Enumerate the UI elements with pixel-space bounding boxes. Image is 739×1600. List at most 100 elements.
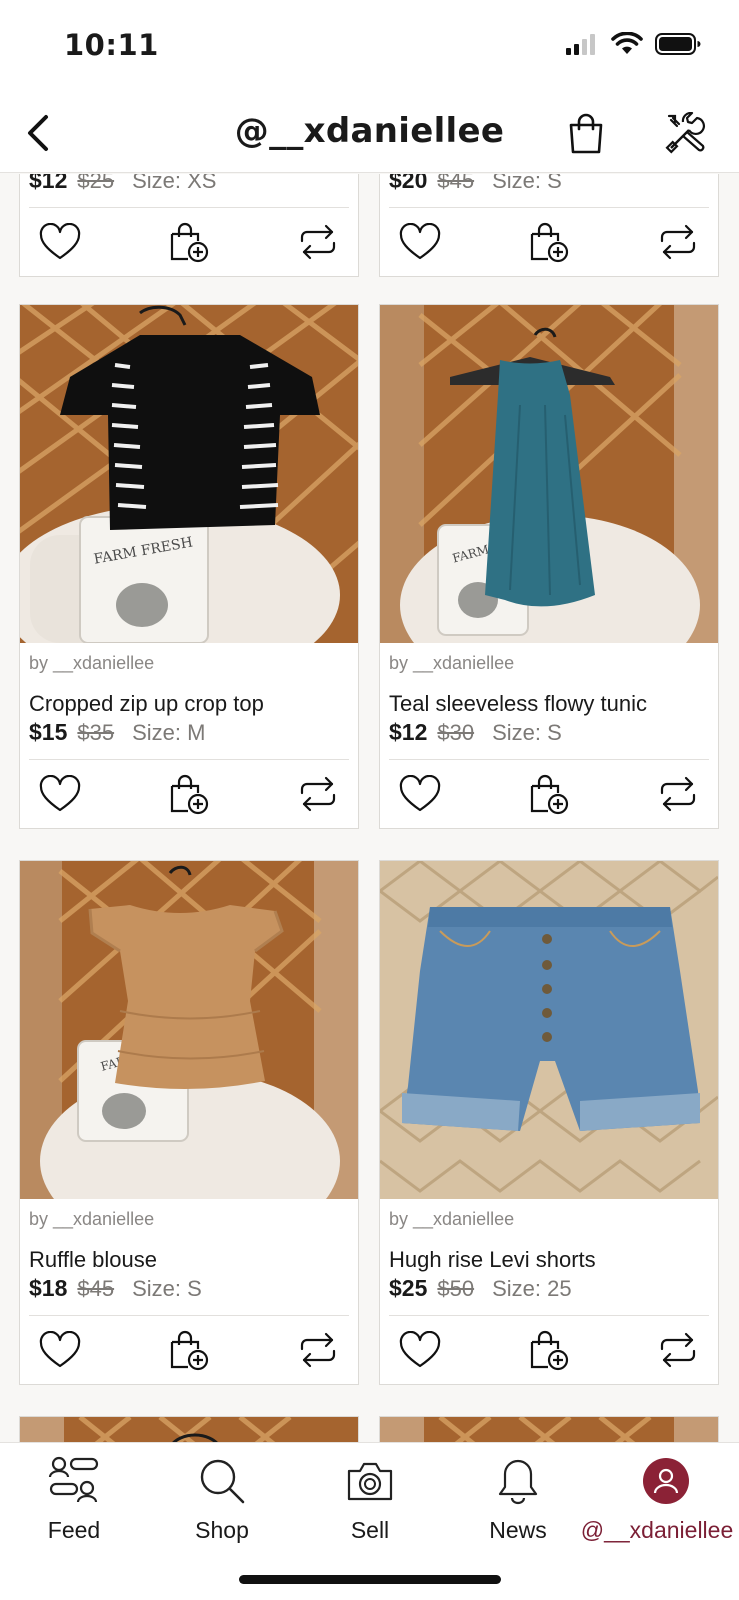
repost-icon [300,776,336,812]
tab-feed[interactable]: Feed [4,1451,144,1551]
like-button[interactable] [38,1328,82,1372]
price-row: $18 $45 Size: S [29,1275,350,1307]
listing-info: by __xdaniellee Hugh rise Levi shorts $2… [380,1199,718,1307]
bag-plus-icon [170,222,209,263]
like-button[interactable] [398,772,442,816]
share-button[interactable] [656,220,700,264]
listing-info: by __xdaniellee Teal sleeveless flowy tu… [380,643,718,751]
signal-icon [566,34,595,55]
listings-feed[interactable]: $12 $25 Size: XS $20 $45 Size: S FARM FR… [0,174,739,1442]
listing-card-partial[interactable] [379,1416,719,1442]
add-to-bundle-button[interactable] [527,220,571,264]
size-label: Size: S [492,720,562,745]
listing-card-partial[interactable]: $20 $45 Size: S [379,174,719,277]
heart-icon [39,775,81,812]
price: $12 [29,174,68,193]
original-price: $25 [77,174,115,193]
heart-icon [399,223,441,260]
listing-card[interactable]: FARM FR by __xdaniellee Teal sleeveless … [379,304,719,829]
tools-button[interactable] [658,105,714,161]
listing-photo[interactable]: FARM FR [380,305,718,643]
avatar [643,1458,689,1504]
listing-card[interactable]: by __xdaniellee Hugh rise Levi shorts $2… [379,860,719,1385]
listing-photo-partial [380,1417,718,1442]
original-price: $45 [77,1276,115,1301]
size-label: Size: S [132,1276,202,1301]
size-label: Size: S [492,174,562,193]
share-button[interactable] [656,772,700,816]
price: $15 [29,719,68,745]
repost-icon [660,1332,696,1368]
tab-news[interactable]: News [448,1451,588,1551]
status-icons [565,32,701,56]
listing-photo[interactable]: FARM FRESH [20,305,358,643]
like-button[interactable] [398,220,442,264]
share-button[interactable] [296,772,340,816]
listing-card-partial[interactable]: $12 $25 Size: XS [19,174,359,277]
heart-icon [39,1331,81,1368]
bag-plus-icon [530,1330,569,1371]
like-button[interactable] [38,220,82,264]
share-button[interactable] [656,1328,700,1372]
blouse-photo: FARM [20,861,358,1199]
add-to-bundle-button[interactable] [527,772,571,816]
listing-title[interactable]: Teal sleeveless flowy tunic [389,691,710,719]
price-row: $15 $35 Size: M [29,719,350,751]
add-to-bundle-button[interactable] [167,772,211,816]
size-label: Size: 25 [492,1276,572,1301]
shopping-bag-button[interactable] [558,105,614,161]
original-price: $50 [437,1276,475,1301]
page-title: @__xdaniellee [234,111,505,151]
tab-label: Shop [195,1517,249,1543]
card-actions [20,1316,358,1384]
seller-label[interactable]: by __xdaniellee [389,653,710,679]
original-price: $45 [437,174,475,193]
listing-title[interactable]: Cropped zip up crop top [29,691,350,719]
listing-card[interactable]: FARM FRESH by __xdaniellee Cropped zip u… [19,304,359,829]
listing-photo[interactable] [380,861,718,1199]
tab-sell[interactable]: Sell [300,1451,440,1551]
listing-card[interactable]: FARM by __xdaniellee Ruffle blouse $18 $… [19,860,359,1385]
camera-icon [347,1462,393,1501]
like-button[interactable] [38,772,82,816]
add-to-bundle-button[interactable] [167,1328,211,1372]
shopping-bag-icon [569,113,603,154]
original-price: $35 [77,720,115,745]
price: $18 [29,1275,68,1301]
seller-label[interactable]: by __xdaniellee [29,653,350,679]
add-to-bundle-button[interactable] [527,1328,571,1372]
heart-icon [399,775,441,812]
avatar-icon [653,1468,679,1494]
listing-photo-partial [20,1417,358,1442]
listing-info: by __xdaniellee Ruffle blouse $18 $45 Si… [20,1199,358,1307]
repost-icon [300,1332,336,1368]
price: $20 [389,174,428,193]
wifi-icon [611,32,643,54]
listing-photo[interactable]: FARM [20,861,358,1199]
bag-plus-icon [530,774,569,815]
crop-top-photo: FARM FRESH [20,305,358,643]
card-actions [380,1316,718,1384]
listing-card-partial[interactable] [19,1416,359,1442]
price-row: $25 $50 Size: 25 [389,1275,710,1307]
heart-icon [39,223,81,260]
tab-profile[interactable]: @__xdaniellee [581,1451,736,1551]
bag-plus-icon [530,222,569,263]
bag-plus-icon [170,774,209,815]
bag-plus-icon [170,1330,209,1371]
like-button[interactable] [398,1328,442,1372]
status-bar: 10:11 [0,0,739,95]
tab-shop[interactable]: Shop [152,1451,292,1551]
seller-label[interactable]: by __xdaniellee [389,1209,710,1235]
seller-label[interactable]: by __xdaniellee [29,1209,350,1235]
share-button[interactable] [296,1328,340,1372]
add-to-bundle-button[interactable] [167,220,211,264]
price: $12 [389,719,428,745]
repost-icon [660,224,696,260]
share-button[interactable] [296,220,340,264]
listing-title[interactable]: Hugh rise Levi shorts [389,1247,710,1275]
listing-title[interactable]: Ruffle blouse [29,1247,350,1275]
home-indicator [239,1575,501,1584]
card-actions [20,208,358,276]
size-label: Size: XS [132,174,217,193]
